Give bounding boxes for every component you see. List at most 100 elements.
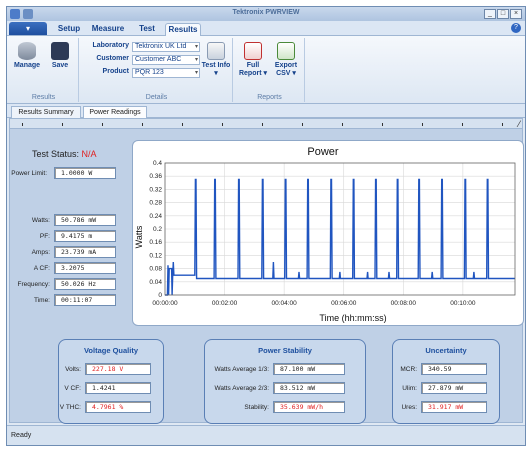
details-group-label: Details	[145, 94, 168, 101]
tab-measure[interactable]: Measure	[89, 23, 127, 36]
y-tick-label: 0.08	[149, 266, 162, 273]
y-tick-label: 0.36	[149, 173, 162, 180]
test-status: Test Status: N/A	[32, 149, 97, 159]
laboratory-row: Laboratory	[83, 42, 132, 49]
ribbon-tabs: ▾ Setup Measure Test Results ?	[7, 21, 525, 36]
reading-label: Watts:	[31, 217, 50, 224]
reading-label: Time:	[33, 297, 50, 304]
y-tick-label: 0.24	[149, 213, 162, 220]
save-button[interactable]: Save	[45, 42, 75, 69]
pdf-icon	[244, 42, 262, 60]
title-bar: Tektronix PWRVIEW _ □ ×	[7, 7, 525, 21]
row-label: Ulim:	[402, 385, 417, 392]
y-tick-label: 0	[158, 292, 162, 299]
volts-value: 227.18 V	[85, 363, 151, 375]
reading-label: PF:	[39, 233, 50, 240]
chevron-down-icon: ▾	[194, 57, 198, 63]
row-label: Volts:	[65, 366, 81, 373]
tab-results-summary[interactable]: Results Summary	[11, 106, 81, 118]
x-tick-label: 00:06:00	[331, 300, 357, 307]
y-tick-label: 0.12	[149, 252, 162, 259]
ulim-value: 27.879 mW	[421, 382, 487, 394]
test-info-button[interactable]: Test Info ▾	[201, 42, 231, 77]
voltage-quality-title: Voltage Quality	[83, 346, 139, 355]
pf-value: 9.4175 m	[54, 230, 116, 242]
manage-label: Manage	[13, 62, 41, 69]
test-status-value: N/A	[81, 149, 97, 159]
x-tick-label: 00:08:00	[391, 300, 417, 307]
maximize-button[interactable]: □	[497, 9, 509, 19]
power-chart-panel: Power Watts Time (hh:mm:ss) 0 0.04 0.08 0.1…	[132, 140, 524, 326]
save-label: Save	[51, 62, 69, 69]
row-label: Watts Average 1/3:	[214, 366, 269, 373]
tab-power-readings[interactable]: Power Readings	[83, 106, 147, 118]
export-csv-button[interactable]: Export CSV ▾	[271, 42, 301, 77]
power-series-line	[165, 178, 515, 296]
y-tick-label: 0.04	[149, 279, 162, 286]
watts-value: 50.786 mW	[54, 214, 116, 226]
x-tick-label: 00:04:00	[271, 300, 297, 307]
window-title: Tektronix PWRVIEW	[232, 9, 300, 16]
tab-setup[interactable]: Setup	[55, 23, 83, 36]
uncertainty-title: Uncertainty	[425, 346, 467, 355]
product-row: Product	[83, 68, 132, 75]
status-text: Ready	[11, 432, 32, 439]
results-group: Manage Save Results	[9, 38, 79, 102]
row-label: Ures:	[401, 404, 417, 411]
frequency-value: 50.026 Hz	[54, 278, 116, 290]
product-combo[interactable]: PQR 123 ▾	[132, 68, 200, 78]
ruler: ⁄	[10, 119, 522, 129]
csv-export-icon	[277, 42, 295, 60]
resize-handle-icon[interactable]: ⁄	[518, 119, 520, 129]
customer-value: Customer ABC	[135, 56, 182, 63]
full-report-button[interactable]: Full Report ▾	[238, 42, 268, 77]
row-label: MCR:	[400, 366, 417, 373]
close-button[interactable]: ×	[510, 9, 522, 19]
amps-value: 23.739 mA	[54, 246, 116, 258]
minimize-button[interactable]: _	[484, 9, 496, 19]
test-status-label: Test Status:	[32, 149, 80, 159]
manage-button[interactable]: Manage	[12, 42, 42, 69]
ribbon: Manage Save Results Laboratory Tektronix…	[7, 36, 525, 104]
status-bar: Ready	[7, 425, 525, 445]
row-label: V THC:	[59, 404, 81, 411]
customer-row: Customer	[83, 55, 132, 62]
power-stability-title: Power Stability	[258, 346, 312, 355]
help-icon[interactable]: ?	[511, 23, 521, 33]
reading-label: A CF:	[33, 265, 50, 272]
reading-label: Frequency:	[17, 281, 50, 288]
chevron-down-icon: ▾	[194, 70, 198, 76]
database-icon	[18, 42, 36, 60]
document-info-icon	[207, 42, 225, 60]
laboratory-label: Laboratory	[92, 42, 129, 49]
stability-value: 35.639 mW/h	[273, 401, 345, 413]
chevron-down-icon: ▾	[194, 44, 198, 50]
tab-results[interactable]: Results	[165, 23, 201, 36]
x-tick-label: 00:10:00	[450, 300, 476, 307]
power-limit-field[interactable]: 1.0000 W	[54, 167, 116, 179]
floppy-disk-icon	[51, 42, 69, 60]
y-tick-label: 0.2	[153, 226, 162, 233]
file-menu-button[interactable]: ▾	[9, 22, 47, 35]
customer-combo[interactable]: Customer ABC ▾	[132, 55, 200, 65]
power-chart: Power Watts Time (hh:mm:ss) 0 0.04 0.08 0.1…	[134, 146, 516, 323]
reading-label: Amps:	[31, 249, 50, 256]
watts-average-1-3-value: 87.100 mW	[273, 363, 345, 375]
row-label: Stability:	[244, 404, 269, 411]
laboratory-value: Tektronix UK Ltd	[135, 43, 187, 50]
tab-test[interactable]: Test	[135, 23, 159, 36]
x-tick-label: 00:00:00	[152, 300, 178, 307]
power-readings-panel: ⁄ Test Status: N/A Power Limit: 1.0000 W…	[9, 118, 524, 424]
y-axis-label: Watts	[134, 225, 144, 248]
power-limit-label: Power Limit:	[11, 170, 47, 177]
laboratory-combo[interactable]: Tektronix UK Ltd ▾	[132, 42, 200, 52]
reports-group-label: Reports	[257, 94, 282, 101]
y-tick-label: 0.16	[149, 239, 162, 246]
voltage-quality-panel: Voltage Quality Volts: 227.18 V V CF: 1.…	[58, 339, 164, 424]
ures-value: 31.917 mW	[421, 401, 487, 413]
watts-average-2-3-value: 83.512 mW	[273, 382, 345, 394]
y-tick-label: 0.4	[153, 160, 162, 167]
x-ticks: 00:00:00 00:02:00 00:04:00 00:06:00 00:08:00…	[152, 300, 476, 307]
customer-label: Customer	[96, 55, 129, 62]
view-tabs: Results Summary Power Readings	[7, 104, 525, 118]
